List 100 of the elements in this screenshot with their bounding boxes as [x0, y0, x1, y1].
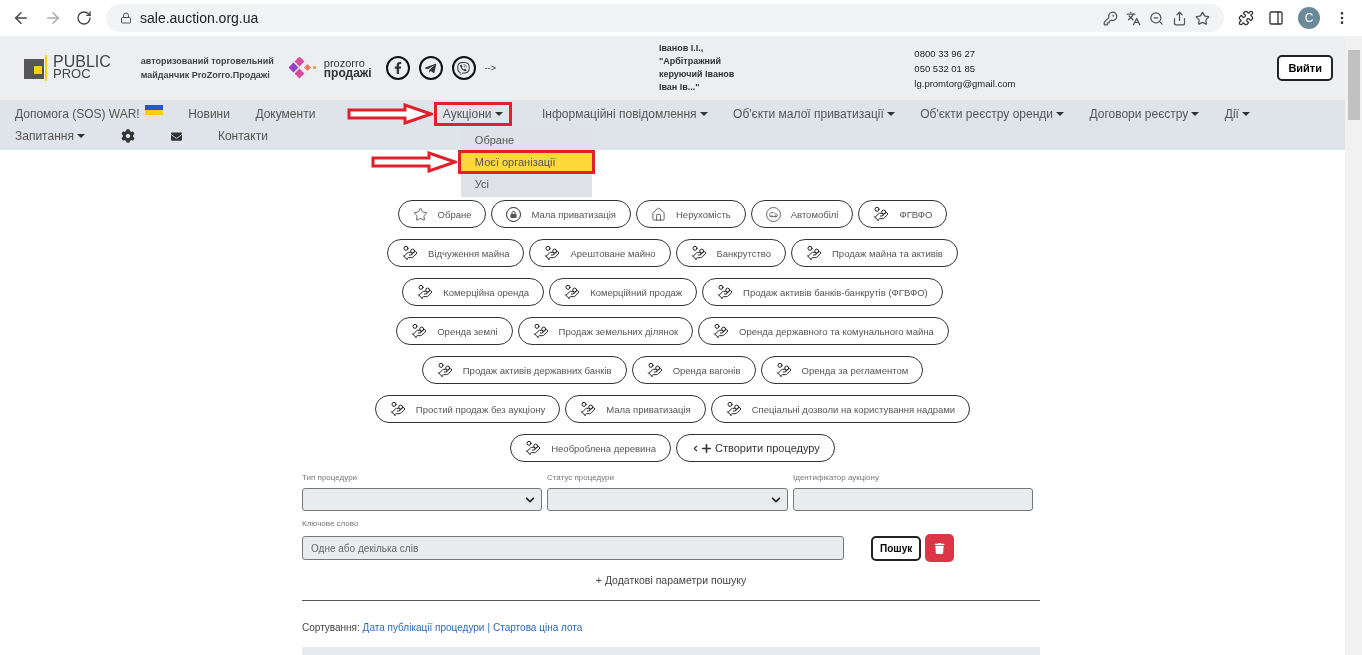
- prozorro-logo-icon: [287, 57, 318, 79]
- nav-link[interactable]: Новини: [182, 105, 236, 123]
- share-icon[interactable]: [1172, 10, 1187, 26]
- category-button[interactable]: Комерційний продаж: [549, 278, 698, 306]
- category-button[interactable]: Автомобілі: [750, 200, 854, 228]
- create-procedure-button[interactable]: Створити процедуру: [675, 434, 835, 462]
- hand-coins-icon: [564, 284, 581, 300]
- category-button[interactable]: Необроблена деревина: [510, 434, 671, 462]
- caret-icon: [494, 112, 503, 116]
- telegram-icon[interactable]: [418, 56, 443, 80]
- category-button[interactable]: Мала приватизація: [565, 395, 706, 423]
- category-button[interactable]: Продаж майна та активів: [791, 239, 958, 267]
- extensions-icon[interactable]: [1238, 10, 1254, 26]
- key-icon[interactable]: [1103, 10, 1118, 26]
- contact-text: lg.promtorg@gmail.com: [914, 76, 1016, 91]
- side-panel-icon[interactable]: [1268, 10, 1284, 26]
- nav-link[interactable]: Об'єкти малої приватизації: [727, 105, 901, 123]
- menu-item[interactable]: Усі: [460, 175, 592, 193]
- hand-coins-icon: [525, 440, 542, 456]
- nav-link[interactable]: Допомога (SOS) WAR!: [9, 105, 169, 123]
- category-button[interactable]: Оренда за регламентом: [760, 356, 924, 384]
- hand-coins-icon: [544, 245, 561, 261]
- hand-coins-icon: [417, 284, 434, 300]
- back-icon[interactable]: [12, 9, 30, 27]
- category-button[interactable]: Оренда державного та комунального майна: [698, 317, 949, 345]
- field-label: Тип процедури: [302, 473, 359, 482]
- nav-link[interactable]: Дії: [1218, 105, 1256, 123]
- logout-button[interactable]: Вийти: [1277, 55, 1333, 81]
- caret-icon: [886, 112, 895, 116]
- menu-item[interactable]: Обране: [460, 131, 592, 149]
- category-button[interactable]: Продаж земельних ділянок: [517, 317, 694, 345]
- sort-link[interactable]: Дата публікації процедури: [362, 622, 485, 633]
- caret-icon: [1191, 112, 1200, 116]
- hand-coins-icon: [389, 401, 406, 417]
- category-button[interactable]: Банкрутство: [675, 239, 786, 267]
- select-field[interactable]: [302, 488, 542, 511]
- sort-link[interactable]: Стартова ціна лота: [493, 622, 583, 633]
- prozorro-text: prozorro: [323, 58, 365, 68]
- category-button[interactable]: Арештоване майно: [529, 239, 671, 267]
- hand-coins-icon: [690, 245, 707, 261]
- category-button[interactable]: Комерційна оренда: [402, 278, 545, 306]
- hand-coins-icon: [436, 362, 453, 378]
- viber-icon[interactable]: [451, 56, 476, 80]
- category-button[interactable]: Оренда землі: [396, 317, 513, 345]
- tagline-text: майданчик ProZorro.Продажі: [140, 69, 271, 82]
- tagline-text: авторизований торговельний: [140, 55, 274, 68]
- field-label: Ідентифікатор аукціону: [793, 473, 880, 482]
- category-button[interactable]: Мала приватизація: [491, 200, 631, 228]
- hand-coins-icon: [713, 323, 730, 339]
- nav-link[interactable]: Запитання: [9, 127, 91, 145]
- category-button[interactable]: Обране: [397, 200, 487, 228]
- chevron-down-icon: [525, 494, 535, 505]
- chevron-down-icon: [771, 494, 781, 505]
- field-label: Ключове слово: [302, 519, 360, 528]
- reload-icon[interactable]: [76, 10, 92, 26]
- mail-icon[interactable]: [170, 130, 182, 142]
- zoom-out-icon[interactable]: [1149, 10, 1164, 26]
- category-button[interactable]: Нерухомість: [636, 200, 746, 228]
- separator-text: |: [487, 622, 491, 633]
- trash-icon: [934, 542, 946, 554]
- nav-link[interactable]: Договори реєстру: [1083, 105, 1206, 123]
- hand-coins-icon: [775, 362, 792, 378]
- settings-icon[interactable]: [120, 129, 135, 143]
- category-button[interactable]: Продаж активів державних банків: [421, 356, 627, 384]
- lock-icon: [120, 12, 132, 24]
- nav-link[interactable]: Об'єкти реєстру оренди: [914, 105, 1070, 123]
- category-button[interactable]: Простий продаж без аукціону: [374, 395, 561, 423]
- bookmark-star-icon[interactable]: [1195, 10, 1210, 26]
- hand-coins-icon: [411, 323, 428, 339]
- category-button[interactable]: Спеціальні дозволи на користування надрами: [710, 395, 971, 423]
- user-name-text: "Арбітражний: [658, 55, 723, 68]
- keyword-input[interactable]: Одне або декілька слів: [302, 536, 844, 560]
- more-params-link[interactable]: + Додаткові параметри пошуку: [302, 574, 1040, 586]
- hand-coins-icon: [402, 245, 419, 261]
- arrow-text: -->: [484, 63, 496, 73]
- address-bar[interactable]: sale.auction.org.ua: [106, 4, 1224, 32]
- translate-icon[interactable]: [1126, 10, 1141, 26]
- nav-link[interactable]: Документи: [249, 105, 322, 123]
- hand-coins-icon: [806, 245, 822, 261]
- category-button[interactable]: ФГВФО: [858, 200, 948, 228]
- house-icon: [651, 206, 666, 222]
- caret-icon: [1056, 112, 1064, 116]
- facebook-icon[interactable]: [385, 56, 410, 80]
- nav-link[interactable]: Контакти: [211, 127, 274, 145]
- contact-text: 0800 33 96 27: [914, 46, 977, 61]
- nav-link[interactable]: Аукціони: [436, 105, 509, 123]
- profile-avatar[interactable]: C: [1298, 7, 1320, 29]
- category-button[interactable]: Відчуження майна: [387, 239, 525, 267]
- nav-link[interactable]: Інформаційні повідомлення: [536, 105, 714, 123]
- logo-icon: [24, 55, 50, 81]
- select-field[interactable]: [547, 488, 788, 511]
- category-button[interactable]: Оренда вагонів: [631, 356, 756, 384]
- delete-button[interactable]: [925, 534, 955, 562]
- scrollbar[interactable]: [1345, 36, 1362, 655]
- search-button[interactable]: Пошук: [871, 535, 922, 561]
- category-button[interactable]: Продаж активів банків-банкрутів (ФГВФО): [702, 278, 943, 306]
- logo-text: PROC: [53, 68, 91, 80]
- logo-text: PUBLIC: [53, 56, 111, 68]
- user-name-text: Іван Ів...": [658, 81, 701, 94]
- input-field[interactable]: [793, 488, 1033, 511]
